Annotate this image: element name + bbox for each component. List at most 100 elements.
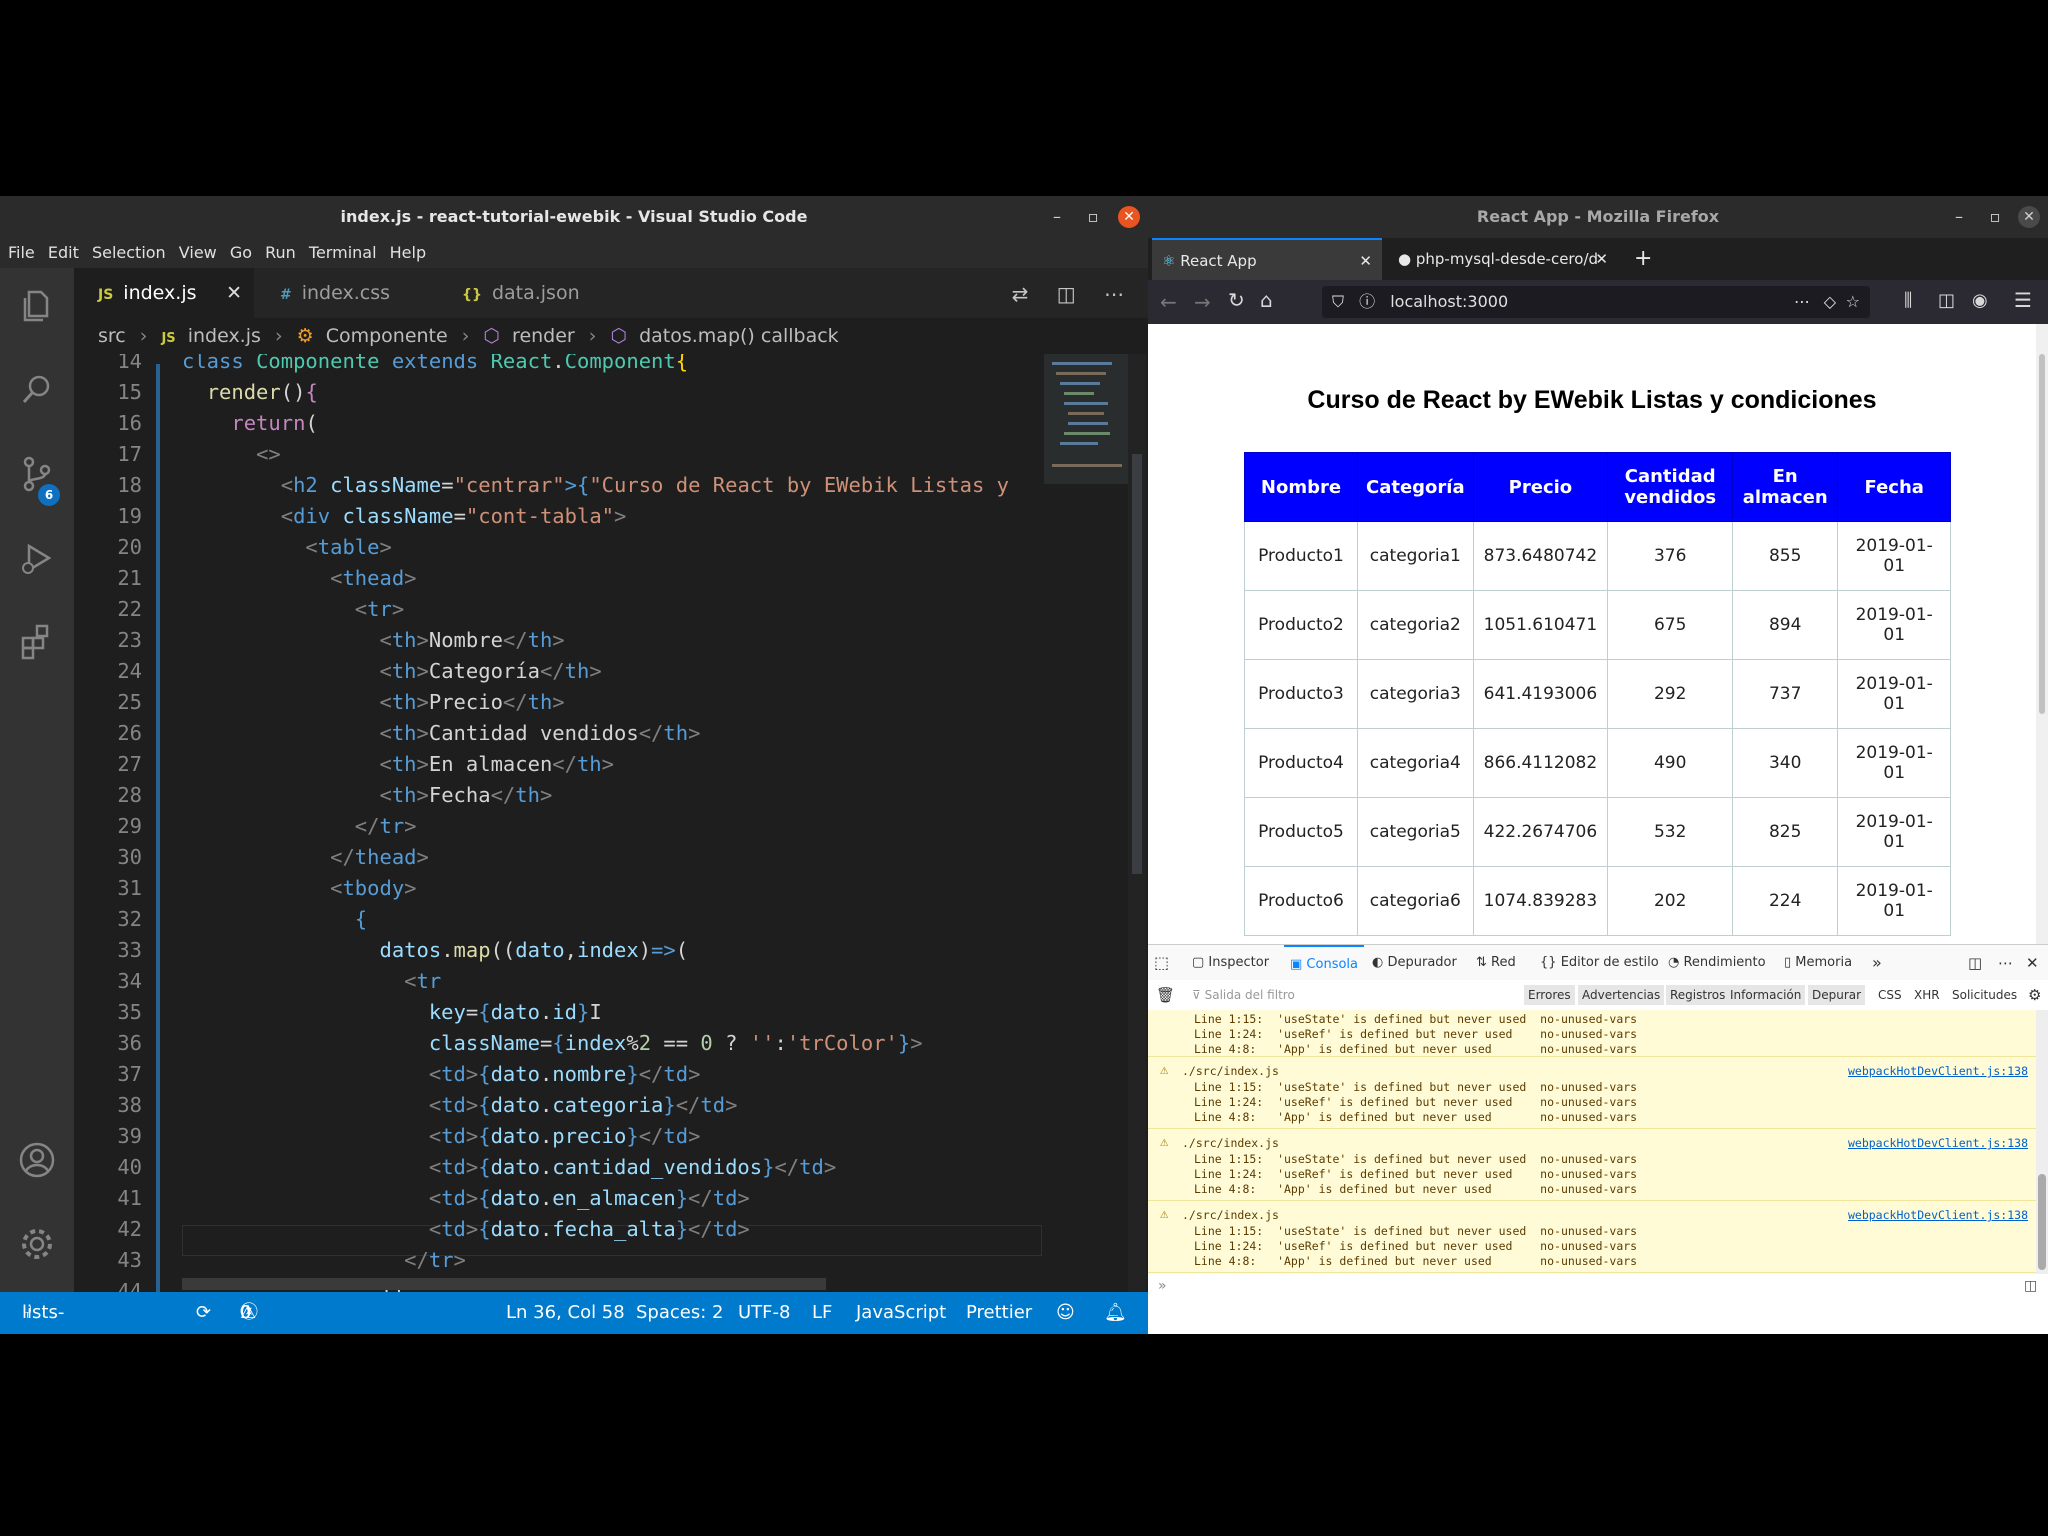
tab-debugger[interactable]: ◐ Depurador	[1372, 945, 1457, 981]
filter-css-button[interactable]: CSS	[1878, 980, 1902, 1010]
reload-icon[interactable]: ↻	[1228, 288, 1245, 312]
close-tab-icon[interactable]: ✕	[1595, 238, 1608, 280]
code-line: 27 <th>En almacen</th>	[117, 752, 614, 776]
back-icon[interactable]: ←	[1160, 290, 1177, 314]
filter-warnings-button[interactable]: Advertencias	[1578, 985, 1665, 1005]
dock-icon[interactable]: ◫	[1968, 945, 1982, 981]
tab-data-json[interactable]: {} data.json	[462, 268, 642, 318]
split-console-icon[interactable]: ◫	[2024, 1278, 2037, 1294]
breadcrumb-callback[interactable]: datos.map() callback	[639, 325, 839, 347]
minimap[interactable]	[1044, 354, 1130, 1292]
tab-index-js[interactable]: JS index.js ✕	[74, 268, 254, 318]
indentation-status[interactable]: Spaces: 2	[636, 1292, 723, 1334]
open-changes-icon[interactable]: ⇄	[1012, 282, 1029, 306]
trash-icon[interactable]: 🗑︎	[1156, 980, 1175, 1010]
editor-scrollbar[interactable]	[1128, 354, 1146, 1292]
sync-icon[interactable]: ⟳	[196, 1292, 211, 1334]
info-icon[interactable]: ⓘ	[1359, 292, 1375, 311]
breadcrumb-class[interactable]: Componente	[326, 325, 448, 347]
filter-input[interactable]: ⊽ Salida del filtro	[1192, 980, 1295, 1010]
tab-inspector[interactable]: ▢ Inspector	[1192, 945, 1269, 981]
gear-icon[interactable]	[17, 1224, 57, 1264]
maximize-button[interactable]: ▫	[1984, 206, 2006, 228]
url-text[interactable]: localhost:3000	[1390, 292, 1508, 311]
tab-console[interactable]: ▣ Consola	[1284, 945, 1364, 981]
source-link[interactable]: webpackHotDevClient.js:138	[1848, 1208, 2028, 1222]
language-status[interactable]: JavaScript	[856, 1292, 946, 1334]
encoding-status[interactable]: UTF-8	[738, 1292, 790, 1334]
minimize-button[interactable]: –	[1948, 206, 1970, 228]
notifications-icon[interactable]: 🔔︎	[1104, 1292, 1127, 1334]
sidebar-icon[interactable]: ◫	[1938, 290, 1955, 311]
minimize-button[interactable]: –	[1046, 206, 1068, 228]
tab-index-css[interactable]: # index.css	[280, 268, 450, 318]
pocket-icon[interactable]: ◇	[1824, 286, 1836, 318]
table-cell: 292	[1607, 659, 1734, 729]
scrollbar-thumb[interactable]	[1132, 454, 1142, 874]
breadcrumb-file[interactable]: index.js	[188, 325, 261, 347]
library-icon[interactable]: ⫼	[1904, 290, 1912, 311]
close-tab-icon[interactable]: ✕	[1359, 240, 1372, 282]
menu-view[interactable]: View	[179, 238, 217, 268]
extensions-icon[interactable]	[17, 622, 57, 662]
shield-icon[interactable]: ⛉	[1332, 292, 1344, 311]
console-scrollbar[interactable]	[2036, 1010, 2048, 1274]
filter-errors-button[interactable]: Errores	[1524, 985, 1575, 1005]
code-editor[interactable]: 14 class Componente extends React.Compone…	[74, 354, 1044, 1292]
cursor-position[interactable]: Ln 36, Col 58	[506, 1292, 625, 1334]
horizontal-scrollbar[interactable]	[182, 1278, 826, 1290]
menu-help[interactable]: Help	[390, 238, 426, 268]
close-window-button[interactable]: ✕	[2018, 206, 2040, 228]
menu-go[interactable]: Go	[230, 238, 252, 268]
menu-edit[interactable]: Edit	[48, 238, 79, 268]
tab-style-editor[interactable]: {} Editor de estilo	[1540, 945, 1659, 981]
console-input[interactable]: » ◫	[1148, 1274, 2048, 1304]
split-editor-icon[interactable]: ◫	[1057, 282, 1076, 306]
menu-terminal[interactable]: Terminal	[309, 238, 377, 268]
forward-icon[interactable]: →	[1194, 290, 1211, 314]
new-tab-button[interactable]: +	[1634, 238, 1664, 280]
tab-memory[interactable]: ▯ Memoria	[1784, 945, 1852, 981]
scrollbar-thumb[interactable]	[2039, 354, 2045, 714]
tab-network[interactable]: ⇅ Red	[1476, 945, 1516, 981]
filter-requests-button[interactable]: Solicitudes	[1952, 980, 2017, 1010]
element-picker-icon[interactable]: ⬚	[1154, 945, 1169, 981]
filter-xhr-button[interactable]: XHR	[1914, 980, 1940, 1010]
explorer-icon[interactable]	[17, 286, 57, 326]
page-actions-icon[interactable]: ⋯	[1794, 286, 1810, 318]
url-bar[interactable]: ⛉ ⓘ localhost:3000 ⋯ ◇ ☆	[1322, 286, 1870, 318]
accounts-icon[interactable]	[17, 1140, 57, 1180]
search-icon[interactable]	[17, 370, 57, 410]
source-link[interactable]: webpackHotDevClient.js:138	[1848, 1064, 2028, 1078]
gear-icon[interactable]: ⚙	[2028, 980, 2041, 1010]
breadcrumb-method[interactable]: render	[512, 325, 575, 347]
maximize-button[interactable]: ▫	[1082, 206, 1104, 228]
more-options-icon[interactable]: ⋯	[1998, 945, 2013, 981]
close-devtools-icon[interactable]: ✕	[2026, 945, 2039, 981]
more-actions-icon[interactable]: ⋯	[1104, 282, 1124, 306]
run-debug-icon[interactable]	[17, 538, 57, 578]
filter-debug-button[interactable]: Depurar	[1808, 985, 1866, 1005]
filter-info-button[interactable]: Información	[1726, 985, 1806, 1005]
breadcrumb-src[interactable]: src	[98, 325, 126, 347]
tab-php-mysql[interactable]: ● php-mysql-desde-cero/d ✕	[1388, 238, 1618, 280]
page-scrollbar[interactable]	[2036, 324, 2048, 944]
tab-performance[interactable]: ◔ Rendimiento	[1668, 945, 1766, 981]
tab-react-app[interactable]: ⚛ React App ✕	[1152, 238, 1382, 280]
filter-logs-button[interactable]: Registros	[1666, 985, 1730, 1005]
home-icon[interactable]: ⌂	[1260, 288, 1273, 312]
menu-file[interactable]: File	[8, 238, 35, 268]
hamburger-menu-icon[interactable]: ☰	[2014, 288, 2032, 312]
feedback-icon[interactable]: ☺	[1056, 1292, 1075, 1334]
close-tab-icon[interactable]: ✕	[226, 268, 242, 318]
source-link[interactable]: webpackHotDevClient.js:138	[1848, 1136, 2028, 1150]
bookmark-star-icon[interactable]: ☆	[1846, 286, 1860, 318]
prettier-status[interactable]: Prettier	[966, 1292, 1032, 1334]
menu-selection[interactable]: Selection	[92, 238, 166, 268]
eol-status[interactable]: LF	[812, 1292, 832, 1334]
scrollbar-thumb[interactable]	[2038, 1174, 2046, 1270]
more-tabs-icon[interactable]: »	[1872, 945, 1882, 981]
account-icon[interactable]: ◉	[1972, 290, 1988, 311]
close-window-button[interactable]: ✕	[1118, 206, 1140, 228]
menu-run[interactable]: Run	[265, 238, 296, 268]
